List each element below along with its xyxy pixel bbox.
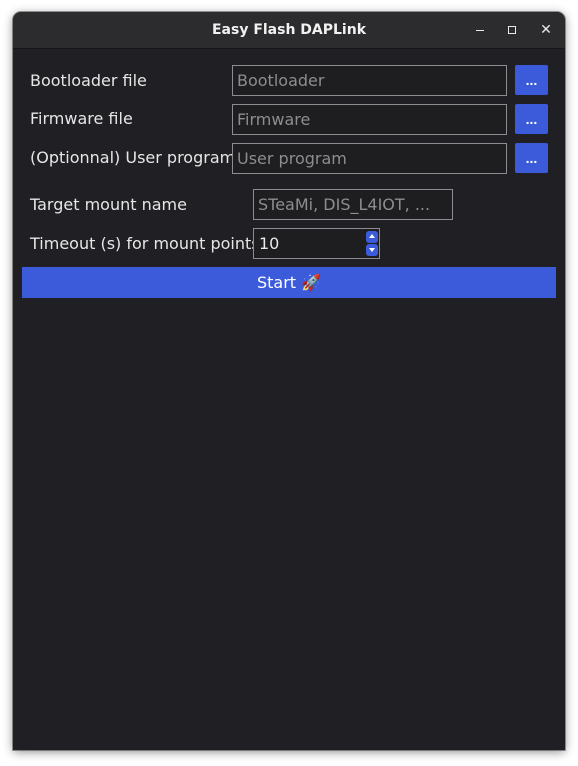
close-button[interactable]: ✕ xyxy=(534,18,558,42)
timeout-decrement-button[interactable] xyxy=(366,244,378,256)
timeout-spinbox[interactable]: 10 xyxy=(253,228,380,259)
maximize-icon xyxy=(508,26,516,34)
start-button[interactable]: Start 🚀 xyxy=(22,267,556,298)
firmware-label: Firmware file xyxy=(30,109,133,128)
target-mount-input[interactable] xyxy=(253,189,453,220)
timeout-label: Timeout (s) for mount points xyxy=(30,234,260,253)
user-program-browse-button[interactable]: ... xyxy=(515,143,548,173)
bootloader-label: Bootloader file xyxy=(30,71,147,90)
minimize-button[interactable] xyxy=(468,18,492,42)
close-icon: ✕ xyxy=(540,22,552,38)
bootloader-browse-button[interactable]: ... xyxy=(515,65,548,95)
chevron-down-icon xyxy=(369,248,375,252)
chevron-up-icon xyxy=(369,234,375,238)
bootloader-input[interactable] xyxy=(232,65,507,96)
minimize-icon xyxy=(476,30,484,31)
user-program-label: (Optionnal) User program xyxy=(30,148,236,167)
timeout-value[interactable]: 10 xyxy=(259,229,279,258)
maximize-button[interactable] xyxy=(500,18,524,42)
target-mount-label: Target mount name xyxy=(30,195,187,214)
firmware-browse-button[interactable]: ... xyxy=(515,104,548,134)
timeout-increment-button[interactable] xyxy=(366,231,378,243)
user-program-input[interactable] xyxy=(232,143,507,174)
app-window: Easy Flash DAPLink ✕ Bootloader file ...… xyxy=(13,12,565,750)
title-bar[interactable]: Easy Flash DAPLink ✕ xyxy=(13,12,565,49)
firmware-input[interactable] xyxy=(232,104,507,135)
